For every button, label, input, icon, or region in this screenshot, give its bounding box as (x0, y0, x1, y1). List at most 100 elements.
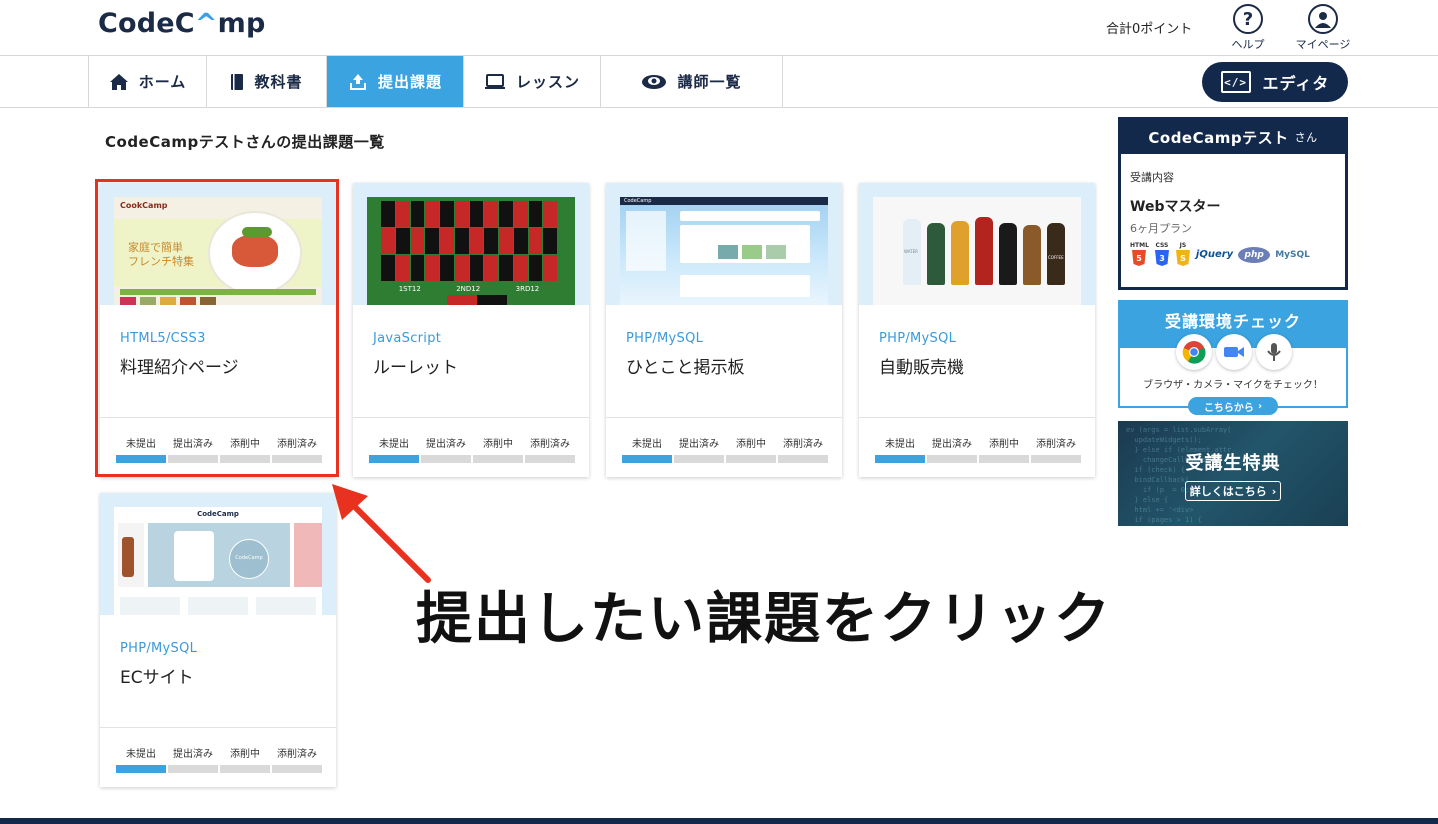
status-bar (778, 455, 828, 463)
card-category: JavaScript (373, 331, 442, 346)
assignment-card-board[interactable]: CodeCamp PHP/MySQL ひとこと掲示板 未提出 提出済み 添削中 … (606, 183, 842, 477)
assignment-card-ec[interactable]: CodeCamp CodeCamp PHP/MySQL ECサイト 未提出 提出… (100, 493, 336, 787)
card-title: ルーレット (373, 358, 458, 378)
user-icon (1308, 4, 1338, 34)
tab-lessons[interactable]: レッスン (464, 56, 601, 107)
chevron-right-icon: › (1271, 484, 1277, 498)
status-bar (116, 765, 166, 773)
tab-instructors[interactable]: 講師一覧 (601, 56, 783, 107)
code-icon: </> (1220, 71, 1251, 93)
assignment-card-vending[interactable]: WATER COFFEE PHP/MySQL 自動販売機 未提出 提出済み 添削… (859, 183, 1095, 477)
env-check-button-label: こちらから (1203, 402, 1254, 414)
thumb-label: WATER (904, 249, 918, 254)
code-background-decor: ev (args = list.subArray( updateWidgets(… (1126, 426, 1232, 524)
thumb-logo-text: CodeCamp (624, 198, 652, 204)
status-bar (1031, 455, 1081, 463)
perk-title: 受講生特典 (1185, 453, 1281, 474)
php-icon: php (1238, 246, 1271, 263)
status-bar (272, 765, 322, 773)
status-reviewing: 添削中 (230, 749, 260, 760)
course-plan: 6ヶ月プラン (1130, 222, 1192, 235)
upload-icon (349, 73, 366, 90)
tech-logos: HTML 5 CSS 3 JS S jQuery php MySQL (1130, 242, 1310, 267)
highlight-box (95, 179, 339, 477)
status-reviewed: 添削済み (277, 749, 317, 760)
status-submitted: 提出済み (932, 439, 972, 450)
status-reviewed: 添削済み (530, 439, 570, 450)
student-perks-banner[interactable]: ev (args = list.subArray( updateWidgets(… (1118, 421, 1348, 526)
card-thumbnail: CodeCamp CodeCamp (100, 493, 336, 615)
status-progress: 未提出 提出済み 添削中 添削済み (369, 435, 575, 463)
course-label: 受講内容 (1130, 171, 1174, 184)
tab-assignments-label: 提出課題 (377, 73, 442, 91)
points-total: 合計0ポイント (1106, 22, 1193, 37)
instruction-annotation: 提出したい課題をクリック (416, 587, 1112, 652)
card-divider (606, 417, 842, 418)
status-bar (927, 455, 977, 463)
html5-icon: HTML 5 (1130, 242, 1149, 267)
editor-button[interactable]: </> エディタ (1202, 62, 1348, 102)
assignment-card-roulette[interactable]: 1ST12 2ND12 3RD12 JavaScript ルーレット 未提出 提出済… (353, 183, 589, 477)
status-reviewing: 添削中 (736, 439, 766, 450)
profile-suffix: さん (1294, 131, 1318, 144)
status-progress: 未提出 提出済み 添削中 添削済み (116, 745, 322, 773)
thumb-label: 1ST12 (398, 285, 421, 293)
status-bar (220, 765, 270, 773)
home-icon (109, 73, 128, 90)
status-bar (674, 455, 724, 463)
status-reviewing: 添削中 (483, 439, 513, 450)
codecamp-logo[interactable]: CodeC^mp (98, 8, 266, 39)
status-not-submitted: 未提出 (885, 439, 915, 450)
site-header: CodeC^mp 合計0ポイント ? ヘルプ マイページ (0, 0, 1438, 56)
microphone-icon (1256, 334, 1292, 370)
jquery-icon: jQuery (1195, 249, 1234, 260)
css3-label: CSS (1155, 242, 1169, 249)
tab-textbook-label: 教科書 (254, 73, 303, 91)
status-reviewed: 添削済み (783, 439, 823, 450)
help-icon: ? (1233, 4, 1263, 34)
status-progress: 未提出 提出済み 添削中 添削済み (622, 435, 828, 463)
tab-home[interactable]: ホーム (89, 56, 207, 107)
card-title: ひとこと掲示板 (626, 358, 745, 378)
thumb-label: CodeCamp (235, 555, 263, 561)
tab-instructors-label: 講師一覧 (677, 73, 742, 91)
status-not-submitted: 未提出 (379, 439, 409, 450)
profile-panel: CodeCampテスト さん 受講内容 Webマスター 6ヶ月プラン HTML … (1118, 117, 1348, 290)
perk-details-button[interactable]: 詳しくはこちら › (1185, 481, 1281, 501)
page-title: CodeCampテストさんの提出課題一覧 (105, 133, 385, 151)
svg-text:5: 5 (1137, 254, 1143, 263)
thumb-label: 2ND12 (456, 285, 481, 293)
css3-icon: CSS 3 (1154, 242, 1170, 267)
tab-assignments[interactable]: 提出課題 (327, 56, 464, 107)
card-title: ECサイト (120, 668, 194, 688)
status-bar (979, 455, 1029, 463)
status-bar (473, 455, 523, 463)
course-name: Webマスター (1130, 199, 1221, 215)
status-bar (525, 455, 575, 463)
thumb-logo-text: CodeCamp (197, 510, 239, 518)
perk-button-label: 詳しくはこちら (1189, 485, 1267, 498)
card-thumbnail: WATER COFFEE (859, 183, 1095, 305)
status-reviewed: 添削済み (1036, 439, 1076, 450)
js-icon: JS S (1175, 242, 1191, 267)
card-thumbnail: 1ST12 2ND12 3RD12 (353, 183, 589, 305)
footer-bar (0, 818, 1438, 824)
svg-text:S: S (1180, 254, 1186, 263)
html5-label: HTML (1130, 242, 1149, 249)
status-submitted: 提出済み (426, 439, 466, 450)
environment-check-banner[interactable]: 受講環境チェック ブラウザ・カメラ・マイクをチェック！ こちらから › (1118, 300, 1348, 415)
status-submitted: 提出済み (679, 439, 719, 450)
status-bar (726, 455, 776, 463)
thumb-label: COFFEE (1048, 255, 1064, 260)
status-submitted: 提出済み (173, 749, 213, 760)
status-reviewing: 添削中 (989, 439, 1019, 450)
svg-text:3: 3 (1159, 254, 1165, 263)
card-thumbnail: CodeCamp (606, 183, 842, 305)
mysql-icon: MySQL (1275, 249, 1310, 260)
mypage-button[interactable]: マイページ (1293, 4, 1353, 52)
env-check-text: ブラウザ・カメラ・マイクをチェック！ (1143, 380, 1323, 391)
status-progress: 未提出 提出済み 添削中 添削済み (875, 435, 1081, 463)
env-check-button[interactable]: こちらから › (1188, 397, 1278, 415)
tab-textbook[interactable]: 教科書 (207, 56, 327, 107)
help-button[interactable]: ? ヘルプ (1218, 4, 1278, 52)
